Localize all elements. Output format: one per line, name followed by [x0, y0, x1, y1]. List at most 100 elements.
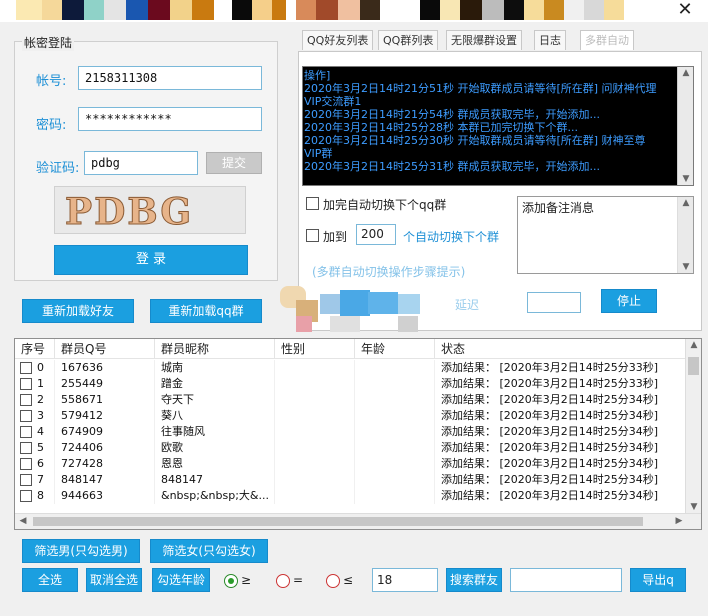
- scroll-left-icon[interactable]: ◀: [15, 516, 31, 526]
- tab-multi-group-auto[interactable]: 多群自动: [580, 30, 634, 50]
- row-checkbox[interactable]: [20, 458, 32, 470]
- filter-female-button[interactable]: 筛选女(只勾选女): [150, 539, 268, 563]
- table-header: 序号 群员Q号 群员昵称 性别 年龄 状态: [15, 339, 687, 359]
- cell-age: [361, 472, 435, 488]
- table-row[interactable]: 6 727428 恩恩 添加结果： [2020年3月2日14时25分34秒]: [15, 456, 687, 472]
- delay-input[interactable]: [527, 292, 581, 313]
- scroll-up-icon[interactable]: ▲: [678, 68, 693, 78]
- row-checkbox[interactable]: [20, 394, 32, 406]
- row-checkbox[interactable]: [20, 410, 32, 422]
- scroll-down-icon[interactable]: ▼: [686, 502, 701, 512]
- title-swatch: [296, 0, 316, 20]
- cell-status: 添加结果： [2020年3月2日14时25分34秒]: [441, 392, 687, 408]
- remark-textarea[interactable]: 添加备注消息 ▲ ▼: [517, 196, 694, 274]
- scroll-thumb[interactable]: [688, 357, 699, 375]
- stop-button[interactable]: 停止: [601, 289, 657, 313]
- cell-status: 添加结果： [2020年3月2日14时25分33秒]: [441, 376, 687, 392]
- title-swatch: [148, 0, 170, 20]
- add-to-count-input[interactable]: 200: [356, 224, 396, 245]
- tab-log[interactable]: 日志: [534, 30, 566, 50]
- radio-gte[interactable]: [224, 574, 238, 588]
- auto-switch-checkbox[interactable]: [306, 197, 319, 210]
- scroll-down-icon[interactable]: ▼: [678, 174, 693, 184]
- password-label: 密码:: [36, 118, 67, 133]
- deselect-all-button[interactable]: 取消全选: [86, 568, 142, 592]
- reload-groups-button[interactable]: 重新加载qq群: [150, 299, 262, 323]
- captcha-image[interactable]: PDBG: [54, 186, 246, 234]
- cell-age: [361, 488, 435, 504]
- table-vscrollbar[interactable]: ▲ ▼: [685, 339, 701, 513]
- log-console[interactable]: 操作] 2020年3月2日14时21分51秒 开始取群成员请等待[所在群] 问财神…: [302, 66, 694, 186]
- col-status[interactable]: 状态: [435, 339, 687, 359]
- row-checkbox[interactable]: [20, 442, 32, 454]
- table-hscrollbar[interactable]: ◀ ▶: [15, 513, 701, 529]
- row-checkbox[interactable]: [20, 474, 32, 486]
- cell-status: 添加结果： [2020年3月2日14时25分34秒]: [441, 408, 687, 424]
- row-checkbox[interactable]: [20, 426, 32, 438]
- title-swatch: [316, 0, 338, 20]
- select-all-button[interactable]: 全选: [22, 568, 78, 592]
- check-age-button[interactable]: 勾选年龄: [152, 568, 210, 592]
- search-input[interactable]: [510, 568, 622, 592]
- col-index[interactable]: 序号: [15, 339, 55, 359]
- export-button[interactable]: 导出q: [630, 568, 686, 592]
- radio-eq[interactable]: [276, 574, 290, 588]
- scroll-right-icon[interactable]: ▶: [671, 516, 687, 526]
- search-members-button[interactable]: 搜索群友: [446, 568, 502, 592]
- scroll-up-icon[interactable]: ▲: [686, 340, 701, 350]
- title-swatch: [104, 0, 126, 20]
- submit-captcha-button[interactable]: 提交: [206, 152, 262, 174]
- title-swatch: [544, 0, 564, 20]
- op-gte-label: ≥: [241, 573, 252, 587]
- account-field[interactable]: 2158311308: [78, 66, 262, 90]
- cell-nickname: 夺天下: [161, 392, 275, 408]
- table-row[interactable]: 3 579412 葵八 添加结果： [2020年3月2日14时25分34秒]: [15, 408, 687, 424]
- filter-male-button[interactable]: 筛选男(只勾选男): [22, 539, 140, 563]
- password-field[interactable]: ************: [78, 107, 262, 131]
- tab-qq-groups[interactable]: QQ群列表: [378, 30, 439, 50]
- row-checkbox[interactable]: [20, 378, 32, 390]
- add-to-checkbox[interactable]: [306, 229, 319, 242]
- close-icon[interactable]: ✕: [674, 0, 696, 22]
- table-row[interactable]: 5 724406 欧歌 添加结果： [2020年3月2日14时25分34秒]: [15, 440, 687, 456]
- cell-gender: [281, 376, 355, 392]
- cell-age: [361, 360, 435, 376]
- reload-friends-button[interactable]: 重新加载好友: [22, 299, 134, 323]
- cell-nickname: 城南: [161, 360, 275, 376]
- col-nickname[interactable]: 群员昵称: [155, 339, 275, 359]
- cell-qq: 167636: [61, 360, 155, 376]
- cell-qq: 724406: [61, 440, 155, 456]
- tab-unlimited-groups[interactable]: 无限爆群设置: [446, 30, 522, 50]
- row-checkbox[interactable]: [20, 490, 32, 502]
- col-qq[interactable]: 群员Q号: [55, 339, 155, 359]
- table-row[interactable]: 0 167636 城南 添加结果： [2020年3月2日14时25分33秒]: [15, 360, 687, 376]
- table-row[interactable]: 2 558671 夺天下 添加结果： [2020年3月2日14时25分34秒]: [15, 392, 687, 408]
- table-row[interactable]: 8 944663 &nbsp;&nbsp;大&... 添加结果： [2020年3月2日…: [15, 488, 687, 504]
- radio-lte[interactable]: [326, 574, 340, 588]
- scroll-down-icon[interactable]: ▼: [678, 262, 694, 272]
- captcha-field[interactable]: pdbg: [84, 151, 198, 175]
- auto-switch-label: 加完自动切换下个qq群: [323, 198, 447, 212]
- col-gender[interactable]: 性别: [275, 339, 355, 359]
- cell-index: 7: [37, 472, 55, 488]
- scroll-up-icon[interactable]: ▲: [678, 198, 694, 208]
- table-row[interactable]: 7 848147 848147 添加结果： [2020年3月2日14时25分34秒]: [15, 472, 687, 488]
- blur-block: [330, 316, 360, 332]
- cell-status: 添加结果： [2020年3月2日14时25分34秒]: [441, 488, 687, 504]
- log-scrollbar[interactable]: ▲ ▼: [677, 67, 693, 185]
- title-swatch: [482, 0, 504, 20]
- col-age[interactable]: 年龄: [355, 339, 435, 359]
- table-row[interactable]: 1 255449 蹭金 添加结果： [2020年3月2日14时25分33秒]: [15, 376, 687, 392]
- title-swatch: [584, 0, 604, 20]
- cell-qq: 674909: [61, 424, 155, 440]
- table-row[interactable]: 4 674909 往事随风 添加结果： [2020年3月2日14时25分34秒]: [15, 424, 687, 440]
- scroll-thumb[interactable]: [33, 517, 643, 526]
- tab-qq-friends[interactable]: QQ好友列表: [302, 30, 374, 50]
- row-checkbox[interactable]: [20, 362, 32, 374]
- cell-qq: 579412: [61, 408, 155, 424]
- op-eq-label: =: [293, 573, 304, 587]
- age-input[interactable]: 18: [372, 568, 438, 592]
- login-button[interactable]: 登 录: [54, 245, 248, 275]
- remark-scrollbar[interactable]: ▲ ▼: [677, 197, 693, 273]
- title-swatch: [420, 0, 440, 20]
